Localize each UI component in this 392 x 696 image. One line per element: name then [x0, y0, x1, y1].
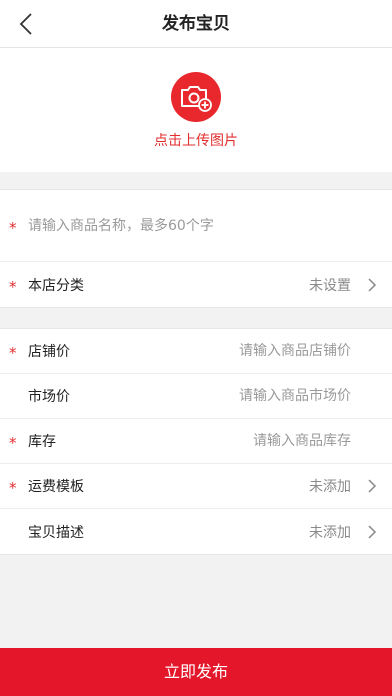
required-marker: *: [9, 478, 17, 497]
chevron-right-icon: [368, 524, 377, 539]
store-price-input[interactable]: [151, 343, 351, 359]
upload-image-label[interactable]: 点击上传图片: [0, 130, 392, 150]
camera-plus-icon: [181, 86, 212, 112]
shipping-template-row[interactable]: * 运费模板 未添加: [0, 464, 392, 509]
item-description-value: 未添加: [309, 524, 351, 541]
publish-item-page: 发布宝贝 点击上传图片 * * 本店分类 未设置: [0, 0, 392, 696]
nav-bar: 发布宝贝: [0, 0, 392, 48]
item-description-label: 宝贝描述: [28, 524, 84, 541]
required-marker: *: [9, 433, 17, 452]
shipping-template-label: 运费模板: [28, 479, 84, 495]
publish-button[interactable]: 立即发布: [0, 648, 392, 696]
store-price-label: 店铺价: [28, 344, 70, 360]
product-name-input[interactable]: [28, 217, 358, 234]
chevron-right-icon: [368, 277, 377, 292]
market-price-input[interactable]: [151, 388, 351, 404]
chevron-right-icon: [368, 479, 377, 493]
category-label: 本店分类: [28, 277, 84, 294]
product-name-row: *: [0, 190, 392, 262]
stock-label: 库存: [28, 434, 56, 450]
stock-input[interactable]: [151, 433, 351, 449]
category-row[interactable]: * 本店分类 未设置: [0, 262, 392, 307]
basic-info-section: * * 本店分类 未设置: [0, 189, 392, 308]
page-title: 发布宝贝: [162, 14, 230, 34]
upload-image-button[interactable]: [171, 72, 221, 122]
shipping-template-value: 未添加: [309, 479, 351, 495]
item-description-row[interactable]: 宝贝描述 未添加: [0, 509, 392, 554]
required-marker: *: [9, 218, 17, 237]
store-price-row: * 店铺价: [0, 329, 392, 374]
image-upload-area[interactable]: 点击上传图片: [0, 48, 392, 172]
market-price-label: 市场价: [28, 389, 70, 405]
detail-section: * 店铺价 市场价 * 库存 * 运费模板 未添加 宝贝描述 未添加: [0, 328, 392, 555]
required-marker: *: [9, 277, 17, 296]
stock-row: * 库存: [0, 419, 392, 464]
category-value: 未设置: [309, 277, 351, 294]
required-marker: *: [9, 343, 17, 362]
market-price-row: 市场价: [0, 374, 392, 419]
